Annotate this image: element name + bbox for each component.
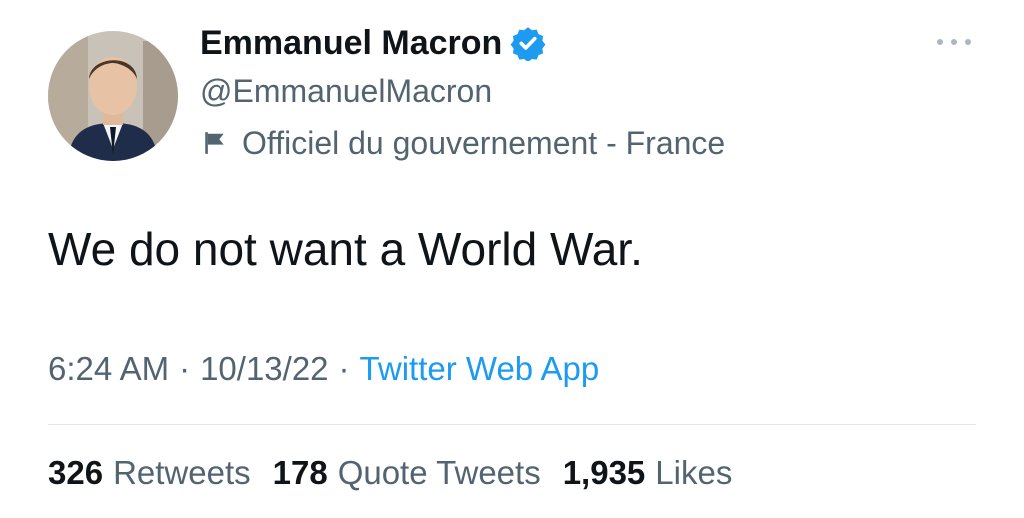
likes-count: 1,935	[562, 454, 646, 491]
retweets-count: 326	[48, 454, 104, 491]
quote-tweets-count: 178	[272, 454, 328, 491]
name-row: Emmanuel Macron	[200, 20, 725, 66]
more-options-icon[interactable]	[928, 22, 980, 62]
retweets-stat[interactable]: 326 Retweets	[48, 448, 251, 498]
flag-icon	[202, 130, 228, 156]
display-name[interactable]: Emmanuel Macron	[200, 20, 502, 66]
avatar-image	[48, 31, 178, 161]
meta-separator: ·	[179, 350, 191, 387]
handle[interactable]: @EmmanuelMacron	[200, 68, 725, 114]
tweet-stats: 326 Retweets 178 Quote Tweets 1,935 Likes	[48, 448, 754, 498]
tweet-time[interactable]: 6:24 AM	[48, 350, 169, 387]
tweet-meta: 6:24 AM · 10/13/22 · Twitter Web App	[48, 344, 599, 394]
meta-separator: ·	[338, 350, 350, 387]
divider	[48, 424, 976, 425]
tweet-card: Emmanuel Macron @EmmanuelMacron Officiel…	[0, 0, 1024, 518]
retweets-label: Retweets	[113, 454, 251, 491]
author-block: Emmanuel Macron @EmmanuelMacron Officiel…	[200, 20, 725, 166]
government-label[interactable]: Officiel du gouvernement - France	[200, 120, 725, 166]
avatar[interactable]	[48, 31, 178, 161]
likes-label: Likes	[655, 454, 733, 491]
tweet-text: We do not want a World War.	[48, 223, 643, 275]
quote-tweets-label: Quote Tweets	[337, 454, 541, 491]
verified-badge-icon	[510, 25, 546, 63]
quote-tweets-stat[interactable]: 178 Quote Tweets	[273, 448, 541, 498]
tweet-source-link[interactable]: Twitter Web App	[360, 350, 600, 387]
tweet-date[interactable]: 10/13/22	[200, 350, 328, 387]
likes-stat[interactable]: 1,935 Likes	[563, 448, 733, 498]
government-label-text: Officiel du gouvernement - France	[242, 125, 726, 161]
